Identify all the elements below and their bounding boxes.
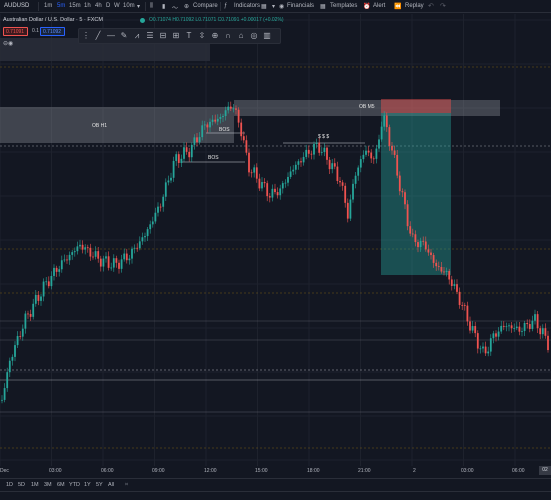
price-chart[interactable] [0,0,551,500]
range-5d[interactable]: 5D [18,482,25,488]
range-1y[interactable]: 1Y [84,482,91,488]
time-label: 03:00 [461,468,474,474]
chart-grid [0,14,551,466]
range-6m[interactable]: 6M [57,482,65,488]
drag-handle-icon[interactable]: ⋮ [81,31,91,40]
drawing-toolbar: ⋮ ╱ — ✎ ⩘ ☰ ⊟ ⊞ T ⇳ ⊕ ∩ ⌂ ◎ ▥ [78,28,281,44]
sell-button[interactable]: 0.71091 [3,27,28,36]
ohlc-values: O0.71074 H0.71092 L0.71071 C0.71091 +0.0… [149,17,284,23]
short-position-icon[interactable]: ⊞ [171,31,181,40]
eye-icon[interactable]: ⊖◉ [3,40,13,47]
footer-panel [0,491,551,500]
chart-legend-title[interactable]: Australian Dollar / U.S. Dollar · 5 · FX… [3,17,103,23]
spread-value: 0.1 [32,28,39,34]
measure-icon[interactable]: ⇳ [197,31,207,40]
candles [1,101,549,404]
range-ytd[interactable]: YTD [69,482,80,488]
time-label: 06:00 [512,468,525,474]
time-label: 15:00 [255,468,268,474]
target-zone[interactable] [381,113,451,275]
buy-button[interactable]: 0.71092 [40,27,65,36]
fib-icon[interactable]: ☰ [145,31,155,40]
range-1m[interactable]: 1M [31,482,39,488]
magnet-icon[interactable]: ∩ [223,31,233,40]
pattern-icon[interactable]: ⩘ [132,31,142,41]
range-all[interactable]: All [108,482,114,488]
zoom-icon[interactable]: ⊕ [210,31,220,40]
time-label: Dec [0,468,9,474]
long-position-icon[interactable]: ⊟ [158,31,168,40]
horizontal-line-icon[interactable]: — [106,31,116,40]
stop-zone[interactable] [381,99,451,113]
time-label: 03:00 [49,468,62,474]
time-label: 21:00 [358,468,371,474]
trash-icon[interactable]: ▥ [262,31,272,40]
time-label: 06:00 [101,468,114,474]
lock-icon[interactable]: ⌂ [236,31,246,40]
range-bar: 1D 5D 1M 3M 6M YTD 1Y 5Y All ⌗ [0,478,551,490]
bos-label: BOS [219,127,230,133]
liquidity-label: $ $ $ [318,134,330,140]
range-5y[interactable]: 5Y [96,482,103,488]
time-axis[interactable]: Dec 03:00 06:00 09:00 12:00 15:00 18:00 … [0,466,551,476]
text-icon[interactable]: T [184,31,194,40]
hide-icon[interactable]: ◎ [249,31,259,40]
range-1d[interactable]: 1D [6,482,13,488]
bos-label: BOS [208,155,219,161]
market-open-icon [140,18,145,23]
brush-icon[interactable]: ✎ [119,31,129,40]
time-label: 09:00 [152,468,165,474]
time-label: 18:00 [307,468,320,474]
time-label: 2 [413,468,416,474]
time-label: 12:00 [204,468,217,474]
ob-h1-label: OB H1 [92,123,108,129]
current-time-marker: 02 [539,466,551,475]
ob-m5-label: OB M5 [359,104,375,110]
calendar-icon[interactable]: ⌗ [125,482,128,489]
trendline-icon[interactable]: ╱ [93,31,103,40]
range-3m[interactable]: 3M [44,482,52,488]
